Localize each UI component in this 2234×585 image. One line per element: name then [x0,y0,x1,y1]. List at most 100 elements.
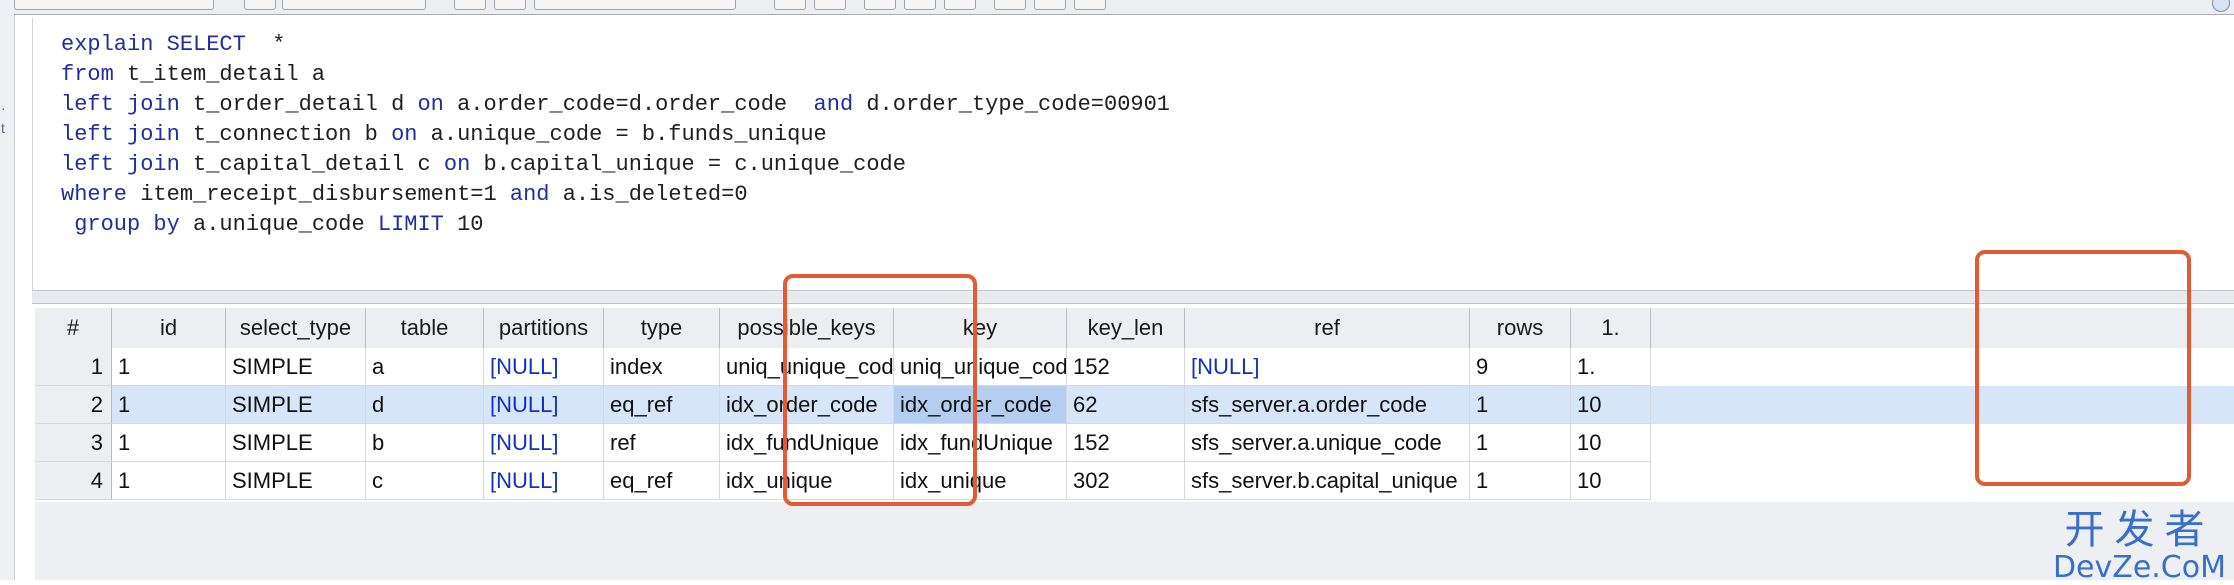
toolbar-button[interactable] [494,0,526,10]
sql-text: t_capital_detail c [179,152,444,177]
column-header-select-type[interactable]: select_type [226,308,366,348]
table-row[interactable]: 2 1 SIMPLE d [NULL] eq_ref idx_order_code idx_o… [35,386,2234,424]
table-cell[interactable]: [NULL] [484,348,604,386]
annotation-box-type [783,274,977,506]
row-number[interactable]: 2 [35,386,112,424]
sql-keyword: and [813,92,854,117]
table-cell[interactable]: 9 [1470,348,1571,386]
sql-line: from t_item_detail a [61,60,325,90]
table-cell[interactable]: [NULL] [1185,348,1470,386]
table-cell[interactable]: 1 [1470,462,1571,500]
pane-splitter[interactable] [32,290,2234,304]
toolbar-button[interactable] [1034,0,1066,10]
toolbar-dropdown[interactable] [534,0,736,10]
row-number[interactable]: 1 [35,348,112,386]
table-cell[interactable]: sfs_server.a.unique_code [1185,424,1470,462]
table-cell[interactable]: 1 [112,348,226,386]
table-cell[interactable]: 1 [112,462,226,500]
gutter-marker: t [1,120,5,136]
sql-text: 10 [443,212,484,237]
watermark: 开发者 DevZe.CoM [2053,508,2226,584]
table-cell[interactable]: b [366,424,484,462]
table-cell[interactable]: sfs_server.a.order_code [1185,386,1470,424]
column-header-key-len[interactable]: key_len [1067,308,1185,348]
table-cell[interactable]: ref [604,424,720,462]
table-cell[interactable]: 1. [1571,348,1651,386]
toolbar-button[interactable] [944,0,976,10]
sql-keyword: left join [61,92,180,117]
row-number[interactable]: 4 [35,462,112,500]
watermark-top: 开发者 [2064,507,2215,553]
column-header-extra[interactable]: 1. [1571,308,1651,348]
help-icon[interactable] [2212,0,2230,12]
left-gutter: · t [0,0,15,580]
column-header-ref[interactable]: ref [1185,308,1470,348]
sql-line: left join t_connection b on a.unique_cod… [61,120,827,150]
sql-keyword: on [443,152,471,177]
table-cell[interactable]: 1 [1470,386,1571,424]
toolbar-button[interactable] [244,0,276,10]
table-cell[interactable]: SIMPLE [226,386,366,424]
sql-keyword: left join [61,122,180,147]
table-cell[interactable]: 10 [1571,462,1651,500]
table-row[interactable]: 1 1 SIMPLE a [NULL] index uniq_unique_code uniq… [35,348,2234,386]
toolbar-button[interactable] [864,0,896,10]
table-cell[interactable]: 1 [112,386,226,424]
toolbar-button[interactable] [1074,0,1106,10]
table-cell[interactable]: eq_ref [604,462,720,500]
column-header-id[interactable]: id [112,308,226,348]
row-number[interactable]: 3 [35,424,112,462]
sql-keyword: from [61,62,114,87]
sql-text: a.order_code=d.order_code [443,92,814,117]
column-header-rows[interactable]: rows [1470,308,1571,348]
table-row[interactable]: 4 1 SIMPLE c [NULL] eq_ref idx_unique idx_uniqu… [35,462,2234,500]
table-row[interactable]: 3 1 SIMPLE b [NULL] ref idx_fundUnique idx_fund… [35,424,2234,462]
sql-editor[interactable]: explain SELECT * from t_item_detail a left… [32,18,2234,290]
table-cell[interactable]: 152 [1067,348,1185,386]
column-header-partitions[interactable]: partitions [484,308,604,348]
column-header-type[interactable]: type [604,308,720,348]
sql-keyword: group by [61,212,180,237]
toolbar-button[interactable] [814,0,846,10]
table-cell[interactable]: 302 [1067,462,1185,500]
table-cell[interactable]: 1 [1470,424,1571,462]
table-cell[interactable]: 10 [1571,424,1651,462]
table-cell[interactable]: 1 [112,424,226,462]
column-header-number[interactable]: # [35,308,112,348]
sql-text: item_receipt_disbursement=1 [127,182,510,207]
table-cell[interactable]: d [366,386,484,424]
toolbar-button[interactable] [454,0,486,10]
toolbar-dropdown[interactable] [282,0,426,10]
annotation-box-rows [1975,250,2191,486]
sql-keyword: on [391,122,418,147]
sql-text: t_order_detail d [179,92,418,117]
toolbar-dropdown[interactable] [14,0,214,10]
table-cell[interactable]: index [604,348,720,386]
sql-line: left join t_order_detail d on a.order_co… [61,90,1170,120]
table-cell[interactable]: eq_ref [604,386,720,424]
table-cell[interactable]: SIMPLE [226,462,366,500]
table-cell[interactable]: 10 [1571,386,1651,424]
sql-line: group by a.unique_code LIMIT 10 [61,210,484,240]
table-cell[interactable]: [NULL] [484,462,604,500]
sql-line: explain SELECT * [61,30,285,60]
table-cell[interactable]: SIMPLE [226,348,366,386]
sql-keyword: and [509,182,550,207]
table-cell[interactable]: [NULL] [484,386,604,424]
table-cell[interactable]: [NULL] [484,424,604,462]
table-cell[interactable]: a [366,348,484,386]
sql-keyword: on [417,92,444,117]
sql-keyword: left join [61,152,180,177]
table-cell[interactable]: 62 [1067,386,1185,424]
table-cell[interactable]: sfs_server.b.capital_unique [1185,462,1470,500]
toolbar-button[interactable] [774,0,806,10]
sql-text: t_item_detail a [113,62,326,87]
table-cell[interactable]: SIMPLE [226,424,366,462]
table-cell[interactable]: c [366,462,484,500]
table-cell[interactable]: 152 [1067,424,1185,462]
toolbar-button[interactable] [904,0,936,10]
column-header-table[interactable]: table [366,308,484,348]
toolbar-button[interactable] [994,0,1026,10]
toolbar [14,0,2234,15]
sql-line: where item_receipt_disbursement=1 and a.… [61,180,748,210]
